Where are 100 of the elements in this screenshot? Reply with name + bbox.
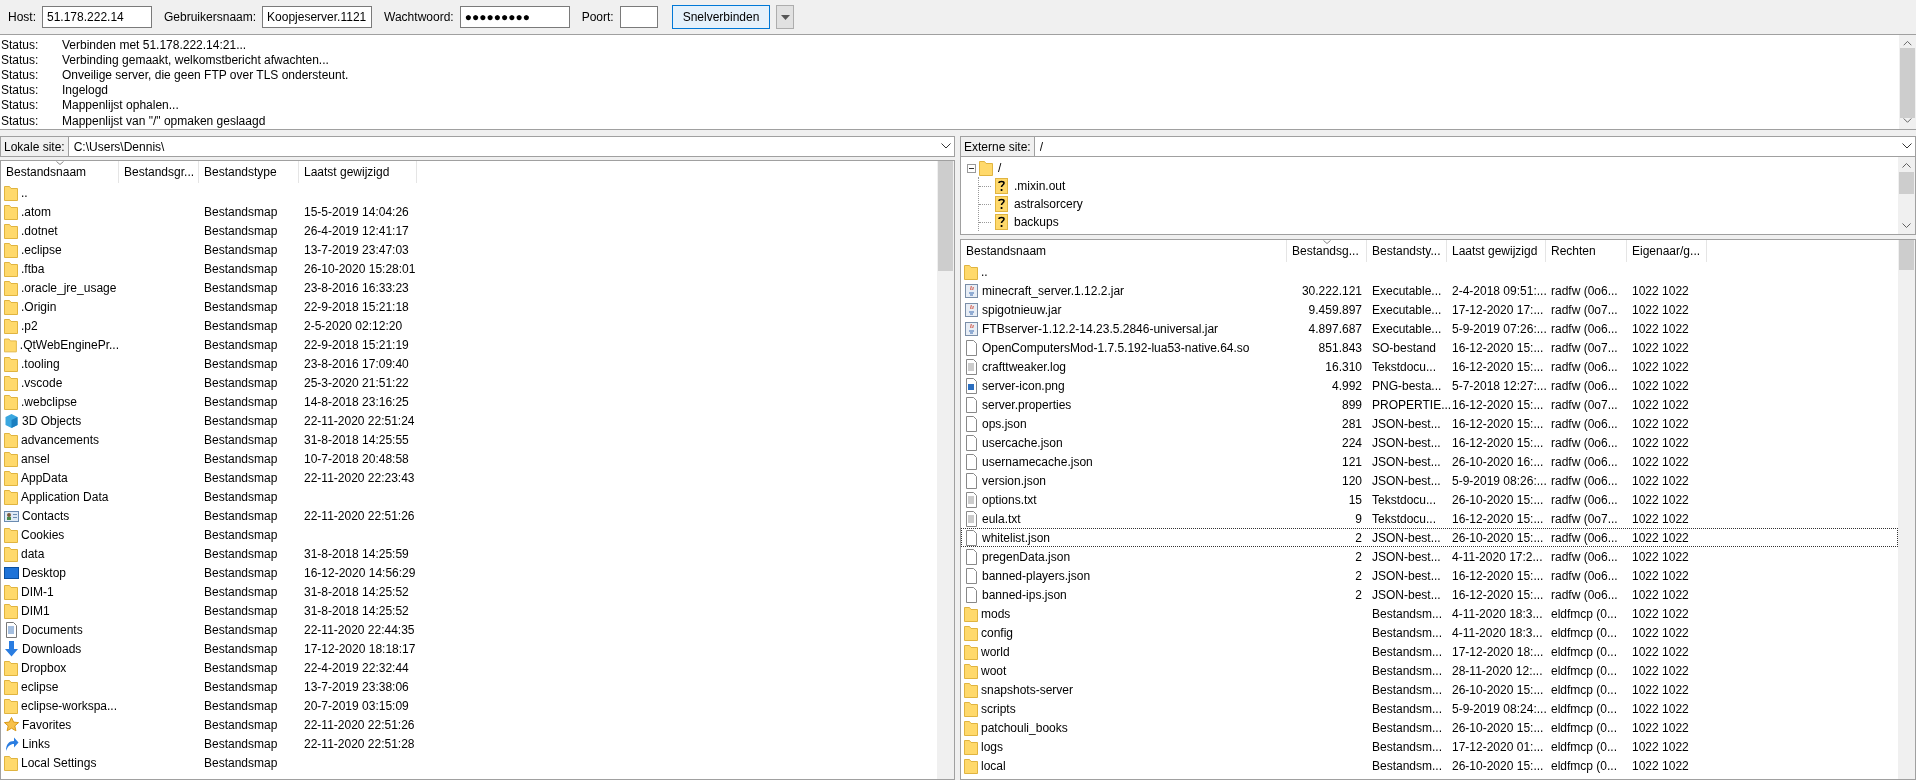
file-name[interactable]: .dotnet	[21, 223, 58, 238]
file-name[interactable]: Application Data	[21, 489, 109, 504]
scroll-up-icon[interactable]	[1902, 162, 1911, 168]
file-name[interactable]: .p2	[21, 318, 38, 333]
dropdown-chevron-icon[interactable]	[941, 143, 951, 149]
file-name[interactable]: data	[21, 546, 45, 561]
column-header[interactable]: Bestandstype	[199, 161, 299, 183]
scrollbar-thumb[interactable]	[1899, 240, 1914, 270]
column-header[interactable]: Eigenaar/g...	[1627, 240, 1707, 262]
file-name[interactable]: .QtWebEnginePr...	[19, 337, 119, 352]
file-name[interactable]: usernamecache.json	[982, 454, 1093, 469]
collapse-toggle-icon[interactable]	[967, 163, 976, 173]
file-name[interactable]: ..	[21, 185, 28, 200]
file-name[interactable]: snapshots-server	[981, 682, 1074, 697]
file-name[interactable]: ops.json	[982, 416, 1027, 431]
file-name[interactable]: ..	[981, 264, 988, 279]
scrollbar-thumb[interactable]	[1900, 47, 1915, 119]
dropdown-chevron-icon[interactable]	[1902, 143, 1912, 149]
file-name[interactable]: server-icon.png	[982, 378, 1065, 393]
file-name[interactable]: .atom	[21, 204, 51, 219]
scroll-down-icon[interactable]	[1903, 118, 1912, 124]
file-name[interactable]: Contacts	[22, 508, 70, 523]
input-field[interactable]	[619, 6, 658, 28]
scrollbar[interactable]	[1898, 157, 1915, 234]
file-name[interactable]: ansel	[21, 451, 50, 466]
input-field[interactable]: 51.178.222.14	[42, 6, 152, 28]
file-name[interactable]: Cookies	[21, 527, 65, 542]
file-name[interactable]: advancements	[21, 432, 100, 447]
column-header[interactable]: Bestandsty...	[1367, 240, 1447, 262]
file-name[interactable]: 3D Objects	[22, 413, 82, 428]
file-name[interactable]: version.json	[982, 473, 1047, 488]
file-name[interactable]: Local Settings	[21, 755, 97, 770]
file-name[interactable]: server.properties	[982, 397, 1072, 412]
file-name[interactable]: logs	[981, 739, 1003, 754]
column-header[interactable]: Rechten	[1546, 240, 1627, 262]
file-name[interactable]: mods	[981, 606, 1011, 621]
folder-icon	[4, 393, 18, 410]
file-name[interactable]: OpenComputersMod-1.7.5.192-lua53-native.64.so	[982, 340, 1250, 355]
file-name[interactable]: .tooling	[21, 356, 60, 371]
scrollbar[interactable]	[937, 161, 954, 779]
file-name[interactable]: options.txt	[982, 492, 1037, 507]
file-name[interactable]: Dropbox	[21, 660, 67, 675]
file-name[interactable]: Documents	[22, 622, 83, 637]
password-field[interactable]: ●●●●●●●●●	[459, 6, 570, 28]
file-name[interactable]: config	[981, 625, 1014, 640]
file-name[interactable]: Favorites	[22, 717, 72, 732]
tree-item[interactable]: astralsorcery	[1012, 197, 1083, 211]
file-name[interactable]: world	[981, 644, 1010, 659]
connect-button[interactable]: Snelverbinden	[671, 5, 771, 29]
scrollbar-thumb[interactable]	[1899, 172, 1914, 194]
tree-item[interactable]: .mixin.out	[1012, 179, 1066, 193]
column-header[interactable]: Bestandsgr...	[119, 161, 199, 183]
scrollbar[interactable]	[1898, 240, 1915, 779]
scrollbar[interactable]	[1899, 35, 1916, 129]
file-name[interactable]: .Origin	[21, 299, 57, 314]
file-name[interactable]: Desktop	[22, 565, 67, 580]
file-name[interactable]: FTBserver-1.12.2-14.23.5.2846-universal.jar	[982, 321, 1219, 336]
file-name[interactable]: .vscode	[21, 375, 63, 390]
scroll-down-icon[interactable]	[1902, 223, 1911, 229]
file-name[interactable]: woot	[981, 663, 1007, 678]
file-name[interactable]: Links	[22, 736, 50, 751]
file-name[interactable]: .webclipse	[21, 394, 78, 409]
file-name[interactable]: banned-ips.json	[982, 587, 1067, 602]
tree-item[interactable]: /	[996, 161, 1002, 175]
file-name[interactable]: DIM1	[21, 603, 50, 618]
column-header[interactable]: Bestandsg...	[1287, 240, 1367, 262]
file-name[interactable]: eula.txt	[982, 511, 1021, 526]
file-name[interactable]: eclipse-workspa...	[21, 698, 118, 713]
input-field[interactable]: Koopjeserver.1121	[262, 6, 373, 28]
file-name[interactable]: eclipse	[21, 679, 59, 694]
table-cell-text: Bestandsmap	[203, 565, 279, 580]
file-name[interactable]: spigotnieuw.jar	[982, 302, 1062, 317]
tree-item[interactable]: backups	[1012, 215, 1059, 229]
file-name[interactable]: scripts	[981, 701, 1016, 716]
file-name[interactable]: whitelist.json	[982, 530, 1051, 545]
column-header[interactable]: Laatst gewijzigd	[299, 161, 417, 183]
file-name[interactable]: banned-players.json	[982, 568, 1091, 583]
scrollbar-thumb[interactable]	[938, 161, 953, 271]
focused-row[interactable]: whitelist.json 2 JSON-best... 26-10-2020 15:... radfw (0o6... 1022 1022	[961, 528, 1898, 547]
column-header[interactable]: Bestandsnaam	[961, 240, 1287, 262]
dropdown-button[interactable]	[776, 5, 795, 29]
file-name[interactable]: DIM-1	[21, 584, 54, 599]
file-name[interactable]: AppData	[21, 470, 68, 485]
file-name[interactable]: crafttweaker.log	[982, 359, 1067, 374]
file-name[interactable]: patchouli_books	[981, 720, 1068, 735]
file-name[interactable]: .ftba	[21, 261, 45, 276]
table-cell-text: JSON-best...	[1371, 549, 1442, 564]
file-name[interactable]: minecraft_server.1.12.2.jar	[982, 283, 1125, 298]
scroll-up-icon[interactable]	[1903, 40, 1912, 46]
file-name[interactable]: .oracle_jre_usage	[21, 280, 117, 295]
path-field[interactable]: /	[1034, 136, 1916, 157]
column-header[interactable]: Bestandsnaam	[1, 161, 119, 183]
file-name[interactable]: .eclipse	[21, 242, 62, 257]
path-field[interactable]: C:\Users\Dennis\	[68, 136, 955, 157]
file-name[interactable]: local	[981, 758, 1006, 773]
file-name[interactable]: usercache.json	[982, 435, 1063, 450]
unknown-folder-icon	[994, 178, 1009, 194]
column-header[interactable]: Laatst gewijzigd	[1447, 240, 1546, 262]
file-name[interactable]: Downloads	[22, 641, 82, 656]
file-name[interactable]: pregenData.json	[982, 549, 1071, 564]
